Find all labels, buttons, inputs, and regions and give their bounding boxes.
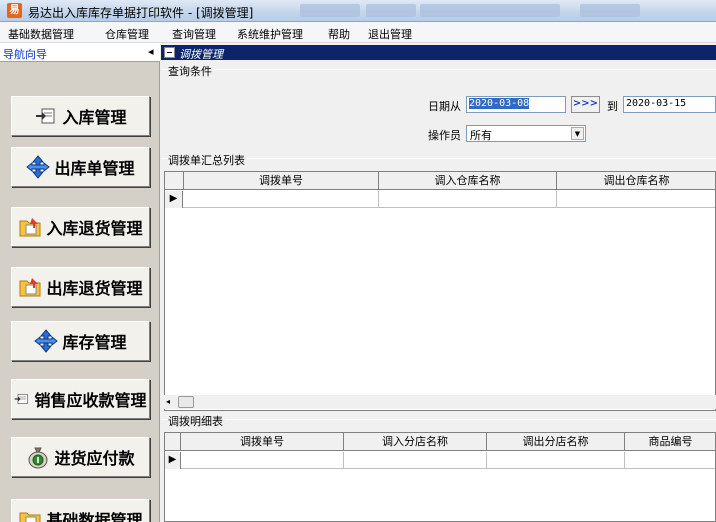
receivables-doc-icon — [15, 394, 29, 404]
menu-query[interactable]: 查询管理 — [172, 26, 216, 42]
column-header[interactable]: 调入仓库名称 — [379, 172, 557, 190]
money-bag-icon — [28, 447, 48, 469]
column-header[interactable]: 调拨单号 — [184, 172, 379, 190]
operator-select[interactable]: 所有 ▼ — [466, 125, 586, 142]
current-row-indicator: ▶ — [165, 191, 183, 208]
panel-title: 调拨管理 — [179, 48, 223, 61]
base-data-folder-icon — [19, 512, 41, 522]
nav-item-label: 出库单管理 — [54, 159, 135, 178]
nav-item-inventory[interactable]: 库存管理 — [11, 321, 150, 361]
nav-header-label: 导航向导 — [3, 48, 47, 61]
table-row[interactable]: ▶ — [165, 191, 715, 208]
menu-help[interactable]: 帮助 — [328, 26, 350, 42]
row-header-corner — [165, 172, 184, 190]
table-cell[interactable] — [487, 452, 625, 469]
app-logo-icon: 易 — [7, 3, 22, 18]
nav-item-inbound-return[interactable]: 入库退货管理 — [11, 207, 150, 247]
table-cell[interactable] — [181, 452, 344, 469]
row-header-corner — [165, 433, 181, 451]
query-group-label: 查询条件 — [168, 63, 214, 79]
date-to-label: 到 — [607, 100, 618, 113]
blurred-title-region — [580, 4, 640, 17]
nav-item-label: 基础数据管理 — [46, 511, 143, 522]
date-next-button[interactable]: >>> — [571, 96, 600, 113]
column-header[interactable]: 商品编号 — [625, 433, 715, 451]
blurred-title-region — [366, 4, 416, 17]
table-cell[interactable] — [557, 191, 715, 208]
nav-item-label: 入库管理 — [62, 108, 127, 127]
scroll-left-icon[interactable]: ◂ — [166, 397, 170, 406]
column-header[interactable]: 调出分店名称 — [487, 433, 625, 451]
nav-item-outbound[interactable]: 出库单管理 — [11, 147, 150, 187]
detail-grid: 调拨单号 调入分店名称 调出分店名称 商品编号 ▶ — [164, 432, 716, 522]
blurred-title-region — [300, 4, 360, 17]
date-to-input[interactable]: 2020-03-15 — [623, 96, 716, 113]
detail-group-line — [161, 419, 716, 420]
current-row-indicator: ▶ — [165, 452, 181, 469]
collapse-nav-icon[interactable]: ◂ — [148, 45, 154, 58]
scroll-thumb[interactable] — [178, 396, 194, 408]
nav-item-base-data[interactable]: 基础数据管理 — [11, 499, 150, 522]
menu-bar: 基础数据管理 仓库管理 查询管理 系统维护管理 帮助 退出管理 — [0, 22, 716, 43]
panel-title-bar: 调拨管理 — [161, 45, 716, 61]
operator-value: 所有 — [470, 129, 492, 142]
app-window: 易 易达出入库库存单据打印软件 - [调拨管理] 基础数据管理 仓库管理 查询管… — [0, 0, 716, 522]
menu-base-data[interactable]: 基础数据管理 — [8, 26, 74, 42]
nav-item-payables[interactable]: 进货应付款 — [11, 437, 150, 477]
inbound-return-folder-icon — [19, 218, 41, 237]
main-panel: 调拨管理 查询条件 日期从 2020-03-08 >>> 到 2020-03-1… — [161, 43, 716, 522]
table-row[interactable]: ▶ — [165, 452, 715, 469]
summary-grid-title: 调拨单汇总列表 — [168, 152, 247, 168]
nav-header: 导航向导 ◂ — [0, 43, 160, 62]
column-header[interactable]: 调拨单号 — [181, 433, 344, 451]
column-header[interactable]: 调入分店名称 — [344, 433, 487, 451]
inbound-doc-icon — [36, 108, 55, 124]
table-cell[interactable] — [625, 452, 715, 469]
nav-item-label: 出库退货管理 — [46, 279, 143, 298]
menu-warehouse[interactable]: 仓库管理 — [105, 26, 149, 42]
date-from-value: 2020-03-08 — [469, 98, 530, 109]
query-group-line — [161, 69, 716, 70]
column-header[interactable]: 调出仓库名称 — [557, 172, 715, 190]
title-bar: 易 易达出入库库存单据打印软件 - [调拨管理] — [0, 0, 716, 22]
minimize-panel-icon[interactable] — [164, 47, 175, 58]
detail-grid-title: 调拨明细表 — [168, 413, 225, 429]
inventory-arrows-icon — [34, 329, 59, 353]
date-to-value: 2020-03-15 — [626, 98, 687, 109]
chevron-down-icon[interactable]: ▼ — [571, 127, 584, 140]
nav-item-label: 入库退货管理 — [46, 219, 143, 238]
summary-horizontal-scrollbar[interactable]: ◂ — [164, 395, 716, 409]
outbound-arrows-icon — [26, 155, 51, 179]
table-cell[interactable] — [184, 191, 379, 208]
nav-item-receivables[interactable]: 销售应收款管理 — [11, 379, 150, 419]
table-cell[interactable] — [344, 452, 487, 469]
window-title: 易达出入库库存单据打印软件 - [调拨管理] — [28, 6, 254, 20]
nav-panel: 导航向导 ◂ 入库管理 出库单管理 入库退货管理 出库退货管理 库存管理 销售应… — [0, 43, 160, 522]
nav-item-label: 销售应收款管理 — [34, 391, 147, 410]
summary-grid: 调拨单号 调入仓库名称 调出仓库名称 ▶ — [164, 171, 716, 411]
summary-grid-header: 调拨单号 调入仓库名称 调出仓库名称 — [165, 172, 715, 190]
menu-exit[interactable]: 退出管理 — [368, 26, 412, 42]
nav-item-label: 库存管理 — [62, 333, 127, 352]
menu-system[interactable]: 系统维护管理 — [237, 26, 303, 42]
date-from-label: 日期从 — [428, 100, 461, 113]
nav-item-outbound-return[interactable]: 出库退货管理 — [11, 267, 150, 307]
nav-item-label: 进货应付款 — [54, 449, 135, 468]
outbound-return-folder-icon — [19, 278, 41, 297]
operator-label: 操作员 — [428, 129, 461, 142]
blurred-title-region — [420, 4, 560, 17]
detail-grid-header: 调拨单号 调入分店名称 调出分店名称 商品编号 — [165, 433, 715, 451]
table-cell[interactable] — [379, 191, 557, 208]
date-from-input[interactable]: 2020-03-08 — [466, 96, 566, 113]
nav-item-inbound[interactable]: 入库管理 — [11, 96, 150, 136]
